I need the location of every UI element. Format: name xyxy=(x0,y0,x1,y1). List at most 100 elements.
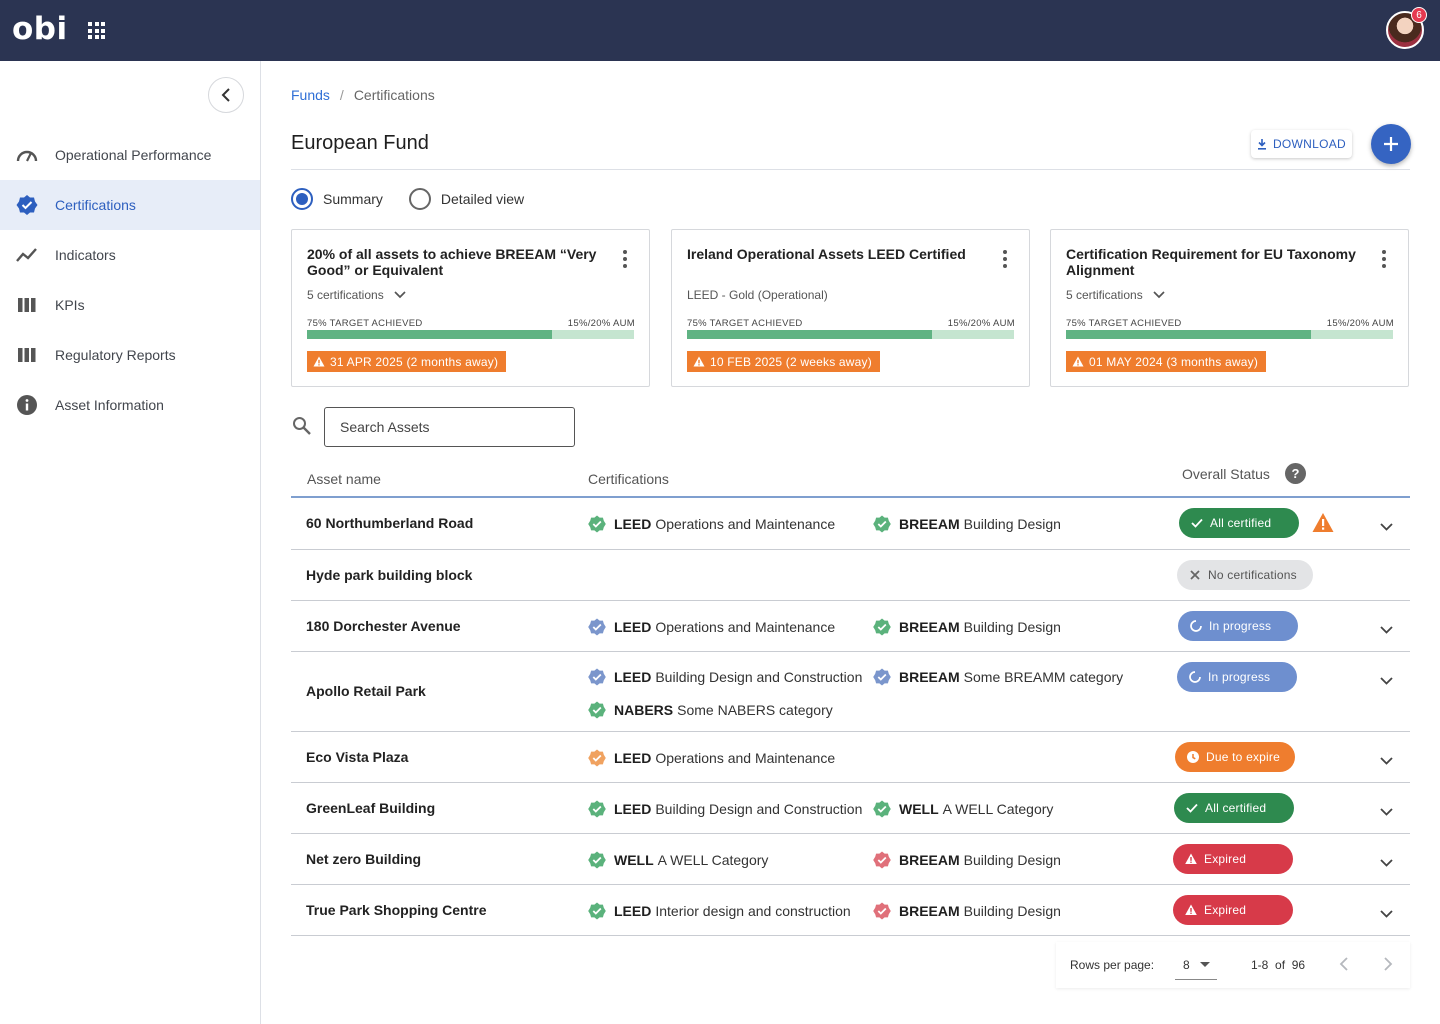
more-options-icon[interactable] xyxy=(623,250,627,271)
expand-row-button[interactable] xyxy=(1380,752,1393,770)
asset-name[interactable]: Hyde park building block xyxy=(306,567,472,583)
target-card-subtitle-text: 5 certifications xyxy=(307,288,384,302)
summary-option[interactable]: Summary xyxy=(291,188,383,210)
certification-chip[interactable]: LEED Building Design and Construction xyxy=(588,800,862,818)
search-assets-input[interactable]: Search Assets xyxy=(324,407,575,447)
table-row[interactable]: Net zero Building WELL A WELL Category BREE… xyxy=(291,834,1410,885)
certification-chip[interactable]: BREEAM Building Design xyxy=(873,618,1061,636)
cert-progress-icon xyxy=(873,668,891,686)
rows-per-page-value: 8 xyxy=(1183,958,1190,972)
asset-name[interactable]: Apollo Retail Park xyxy=(306,683,426,699)
trend-line-icon xyxy=(16,248,37,262)
status-label: All certified xyxy=(1210,516,1272,530)
table-row[interactable]: 180 Dorchester Avenue LEED Operations and … xyxy=(291,601,1410,652)
breadcrumb: Funds / Certifications xyxy=(291,87,435,103)
certification-chip[interactable]: WELL A WELL Category xyxy=(873,800,1053,818)
certification-scheme: BREEAM xyxy=(899,903,960,919)
table-row[interactable]: True Park Shopping Centre LEED Interior de… xyxy=(291,885,1410,936)
certification-category: Building Design and Construction xyxy=(655,801,863,817)
warning-indicator[interactable] xyxy=(1312,512,1334,538)
table-row[interactable]: 60 Northumberland Road LEED Operations and… xyxy=(291,498,1410,550)
warning-icon xyxy=(693,356,705,367)
sidebar-item-asset-information[interactable]: Asset Information xyxy=(0,380,260,430)
pagination: Rows per page: 8 1-8 of 96 xyxy=(1056,942,1410,988)
asset-name[interactable]: 180 Dorchester Avenue xyxy=(306,618,461,634)
page-range: 1-8 of 96 xyxy=(1251,958,1305,972)
top-bar: obi 6 xyxy=(0,0,1440,61)
warning-icon xyxy=(1312,513,1334,532)
asset-name[interactable]: Net zero Building xyxy=(306,851,421,867)
chevron-down-icon xyxy=(1380,523,1393,531)
table-row[interactable]: Apollo Retail Park LEED Building Design an… xyxy=(291,652,1410,732)
columns-icon xyxy=(18,348,36,362)
expand-row-button[interactable] xyxy=(1380,518,1393,536)
target-card-subtitle-text: 5 certifications xyxy=(1066,288,1143,302)
add-button[interactable] xyxy=(1371,124,1411,164)
download-button[interactable]: DOWNLOAD xyxy=(1251,130,1352,158)
target-card-subtitle[interactable]: 5 certifications xyxy=(307,288,406,302)
table-row[interactable]: GreenLeaf Building LEED Building Design an… xyxy=(291,783,1410,834)
cert-certified-icon xyxy=(873,618,891,636)
certification-chip[interactable]: WELL A WELL Category xyxy=(588,851,768,869)
cert-expired-icon xyxy=(873,851,891,869)
target-achieved-label: 75% TARGET ACHIEVED xyxy=(1066,318,1182,329)
help-icon[interactable]: ? xyxy=(1285,463,1306,484)
asset-name[interactable]: 60 Northumberland Road xyxy=(306,515,473,531)
certification-chip[interactable]: LEED Building Design and Construction xyxy=(588,668,862,686)
sidebar-item-regulatory-reports[interactable]: Regulatory Reports xyxy=(0,330,260,380)
sidebar-item-kpis[interactable]: KPIs xyxy=(0,280,260,330)
target-card[interactable]: Ireland Operational Assets LEED Certifie… xyxy=(671,229,1030,387)
asset-name[interactable]: Eco Vista Plaza xyxy=(306,749,408,765)
certification-chip[interactable]: BREEAM Building Design xyxy=(873,851,1061,869)
expand-row-button[interactable] xyxy=(1380,672,1393,690)
app-launcher-icon[interactable] xyxy=(88,22,105,39)
target-card-subtitle: LEED - Gold (Operational) xyxy=(687,288,828,302)
target-card-subtitle[interactable]: 5 certifications xyxy=(1066,288,1165,302)
target-card[interactable]: Certification Requirement for EU Taxonom… xyxy=(1050,229,1409,387)
more-options-icon[interactable] xyxy=(1003,250,1007,271)
cert-certified-icon xyxy=(588,902,606,920)
previous-page-icon[interactable] xyxy=(1339,956,1349,972)
summary-radio[interactable] xyxy=(291,188,313,210)
column-header-asset-name[interactable]: Asset name xyxy=(307,471,381,487)
certification-scheme: LEED xyxy=(614,903,652,919)
certification-chip[interactable]: BREEAM Building Design xyxy=(873,515,1061,533)
certification-chip[interactable]: BREEAM Some BREAMM category xyxy=(873,668,1123,686)
expand-row-button[interactable] xyxy=(1380,621,1393,639)
certification-chip[interactable]: NABERS Some NABERS category xyxy=(588,701,833,719)
status-badge: No certifications xyxy=(1177,560,1313,590)
column-header-certifications[interactable]: Certifications xyxy=(588,471,669,487)
asset-name[interactable]: GreenLeaf Building xyxy=(306,800,435,816)
target-card[interactable]: 20% of all assets to achieve BREEAM “Ver… xyxy=(291,229,650,387)
sidebar-item-certifications[interactable]: Certifications xyxy=(0,180,260,230)
column-header-overall-status[interactable]: Overall Status xyxy=(1182,466,1270,482)
more-options-icon[interactable] xyxy=(1382,250,1386,271)
sidebar-item-label: Indicators xyxy=(55,247,116,263)
certification-chip[interactable]: BREEAM Building Design xyxy=(873,902,1061,920)
asset-name[interactable]: True Park Shopping Centre xyxy=(306,902,486,918)
certification-chip[interactable]: LEED Interior design and construction xyxy=(588,902,851,920)
expand-row-button[interactable] xyxy=(1380,803,1393,821)
sidebar-item-indicators[interactable]: Indicators xyxy=(0,230,260,280)
next-page-icon[interactable] xyxy=(1383,956,1393,972)
view-toggle: Summary Detailed view xyxy=(291,188,550,210)
detailed-view-radio[interactable] xyxy=(408,188,431,210)
table-row[interactable]: Hyde park building block No certification… xyxy=(291,550,1410,601)
status-label: In progress xyxy=(1208,670,1271,684)
app-logo[interactable]: obi xyxy=(12,12,68,46)
expand-row-button[interactable] xyxy=(1380,854,1393,872)
expand-row-button[interactable] xyxy=(1380,905,1393,923)
collapse-sidebar-button[interactable] xyxy=(208,77,244,113)
target-card-subtitle-text: LEED - Gold (Operational) xyxy=(687,288,828,302)
detailed-view-option[interactable]: Detailed view xyxy=(408,188,524,210)
certification-scheme: BREEAM xyxy=(899,669,960,685)
sidebar-item-operational-performance[interactable]: Operational Performance xyxy=(0,130,260,180)
certification-chip[interactable]: LEED Operations and Maintenance xyxy=(588,515,835,533)
breadcrumb-funds-link[interactable]: Funds xyxy=(291,87,330,103)
deadline-badge: 10 FEB 2025 (2 weeks away) xyxy=(687,351,880,372)
certification-chip[interactable]: LEED Operations and Maintenance xyxy=(588,749,835,767)
table-row[interactable]: Eco Vista Plaza LEED Operations and Mainte… xyxy=(291,732,1410,783)
rows-per-page-select[interactable]: 8 xyxy=(1175,954,1217,980)
certification-chip[interactable]: LEED Operations and Maintenance xyxy=(588,618,835,636)
cert-progress-icon xyxy=(588,618,606,636)
